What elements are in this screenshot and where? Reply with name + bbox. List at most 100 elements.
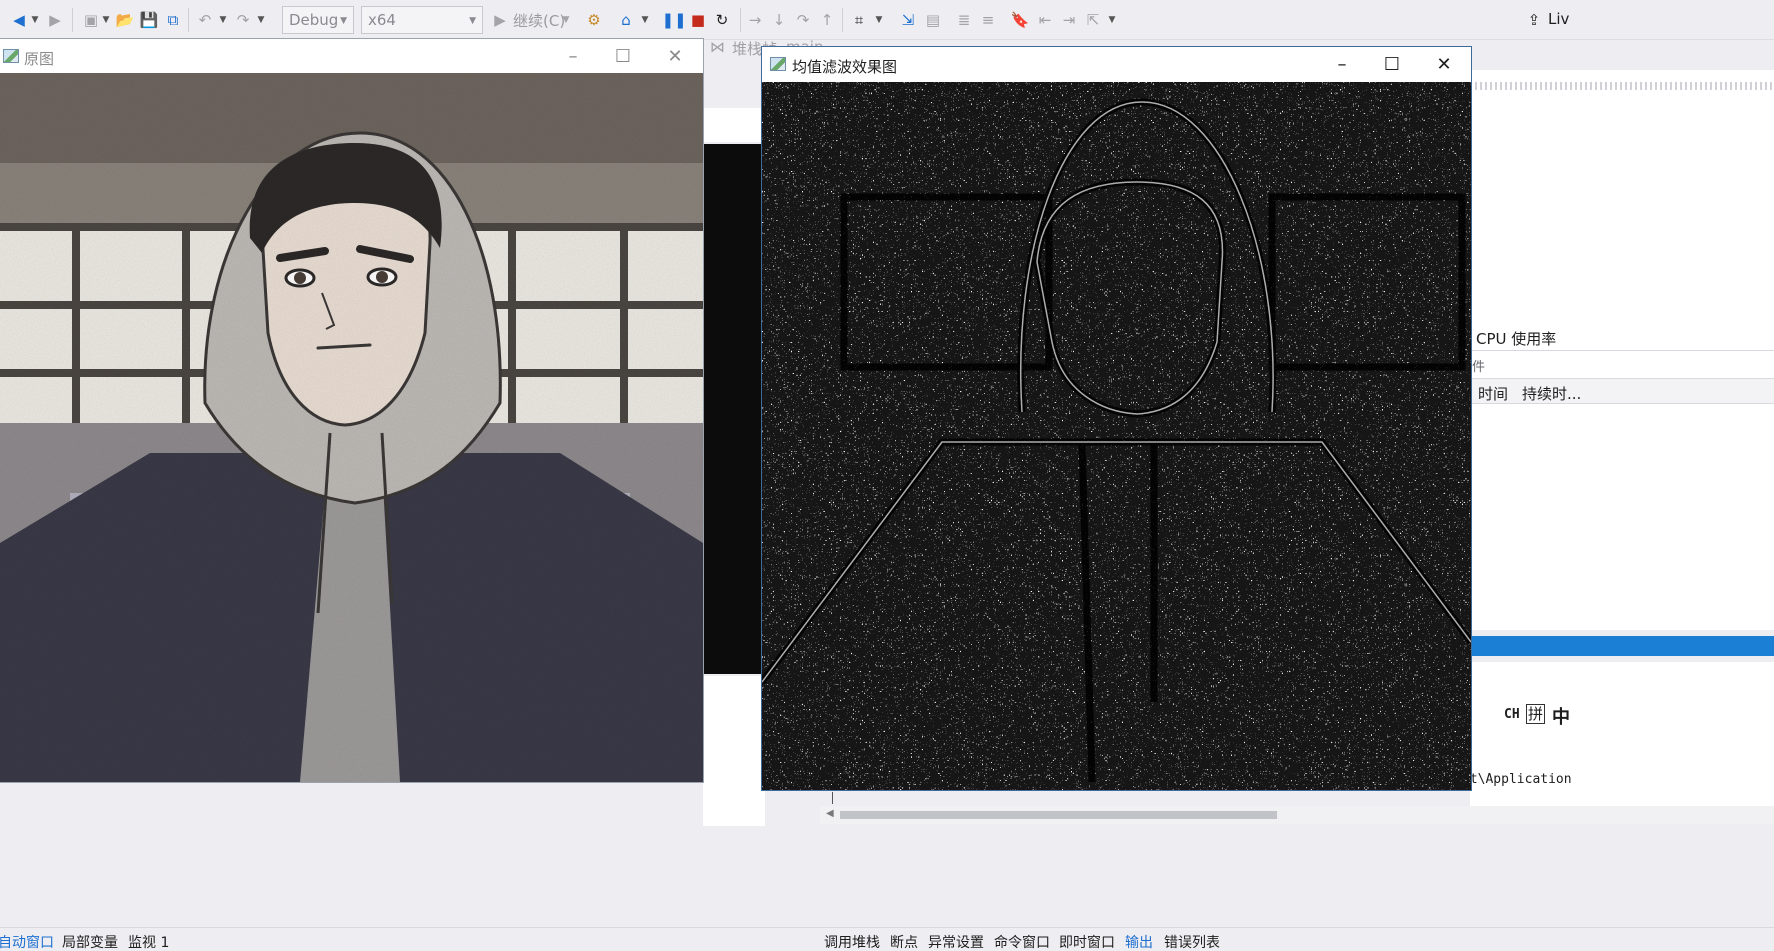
console-path-text: ct\Application xyxy=(1462,772,1572,787)
ime-chinese[interactable]: 中 xyxy=(1552,703,1570,729)
divider xyxy=(1470,350,1774,351)
continue-dropdown-icon[interactable]: ▼ xyxy=(561,8,571,32)
chevron-down-icon: ▼ xyxy=(340,16,347,26)
thread-marker-icon[interactable]: ⇲ xyxy=(897,8,919,32)
undo-icon[interactable]: ↶ xyxy=(194,8,216,32)
original-window-title: 原图 xyxy=(24,50,55,68)
panel-grip xyxy=(1470,82,1774,90)
toolbar-separator xyxy=(72,8,73,32)
hex-display-icon[interactable]: ⌗ xyxy=(848,8,870,32)
ime-pinyin[interactable]: 拼 xyxy=(1526,704,1546,724)
undo-dropdown-icon[interactable]: ▼ xyxy=(218,8,228,32)
save-icon[interactable]: 💾 xyxy=(138,8,160,32)
platform-combo[interactable]: x64 ▼ xyxy=(361,6,483,34)
output-panel-right xyxy=(1470,662,1774,824)
bottom-tab-bar: 自动窗口 局部变量 监视 1 调用堆栈 断点 异常设置 命令窗口 即时窗口 输出… xyxy=(0,927,1774,951)
step-over-icon[interactable]: ↷ xyxy=(793,8,813,32)
next-bookmark-icon[interactable]: ⇥ xyxy=(1059,8,1079,32)
scroll-left-icon[interactable]: ◀ xyxy=(826,808,834,819)
continue-button[interactable]: 继续(C) xyxy=(513,10,565,31)
back-dropdown-icon[interactable]: ▼ xyxy=(30,8,40,32)
close-button[interactable]: ✕ xyxy=(652,39,698,73)
cpu-usage-tab[interactable]: CPU 使用率 xyxy=(1476,328,1556,349)
tab-autos[interactable]: 自动窗口 xyxy=(0,932,54,951)
live-share-label[interactable]: Liv xyxy=(1548,10,1569,28)
stack-frame-icon: ⋈ xyxy=(710,38,725,56)
filtered-image-canvas xyxy=(762,82,1471,790)
toolbar-separator xyxy=(740,8,741,32)
previous-bookmark-icon[interactable]: ⇤ xyxy=(1035,8,1055,32)
platform-value: x64 xyxy=(368,11,396,29)
uncomment-icon[interactable]: ≡ xyxy=(978,8,998,32)
navigate-back-icon[interactable]: ◀ xyxy=(8,8,30,32)
editor-strip xyxy=(703,108,765,142)
diagnostics-dropdown-icon[interactable]: ▼ xyxy=(640,8,650,32)
tab-immediate-window[interactable]: 即时窗口 xyxy=(1059,932,1115,951)
maximize-button[interactable]: ☐ xyxy=(600,39,646,73)
original-window-titlebar[interactable]: 原图 – ☐ ✕ xyxy=(0,39,703,73)
frames-icon[interactable]: ▤ xyxy=(922,8,944,32)
restart-icon[interactable]: ↻ xyxy=(711,8,733,32)
text-cursor xyxy=(832,792,833,804)
configuration-combo[interactable]: Debug ▼ xyxy=(282,6,354,34)
live-share-icon[interactable]: ⇪ xyxy=(1524,8,1544,32)
show-next-statement-icon[interactable]: → xyxy=(745,8,765,32)
tab-output[interactable]: 输出 xyxy=(1125,932,1153,951)
pause-icon[interactable]: ❚❚ xyxy=(661,8,686,32)
comment-out-icon[interactable]: ≣ xyxy=(954,8,974,32)
stop-icon[interactable]: ■ xyxy=(689,8,707,32)
hex-dropdown-icon[interactable]: ▼ xyxy=(874,8,884,32)
original-image xyxy=(0,73,703,782)
maximize-button[interactable]: ☐ xyxy=(1369,47,1415,81)
close-button[interactable]: ✕ xyxy=(1421,47,1467,81)
tab-watch-1[interactable]: 监视 1 xyxy=(128,932,169,951)
step-into-icon[interactable]: ↓ xyxy=(769,8,789,32)
progress-bar-blue xyxy=(1470,636,1774,656)
output-panel-left xyxy=(703,676,765,826)
console-window xyxy=(703,144,765,674)
chevron-down-icon: ▼ xyxy=(469,16,476,26)
redo-dropdown-icon[interactable]: ▼ xyxy=(256,8,266,32)
clear-bookmarks-icon[interactable]: ⇱ xyxy=(1083,8,1103,32)
attach-process-icon[interactable]: ⚙ xyxy=(583,8,605,32)
ime-mode[interactable]: CH xyxy=(1504,707,1520,722)
new-dropdown-icon[interactable]: ▼ xyxy=(101,8,111,32)
filtered-image xyxy=(762,82,1471,790)
duration-column-header[interactable]: 持续时... xyxy=(1522,383,1581,404)
bookmark-icon[interactable]: 🔖 xyxy=(1010,8,1030,32)
toolbar-separator xyxy=(188,8,189,32)
filtered-window-titlebar[interactable]: 均值滤波效果图 – ☐ ✕ xyxy=(762,47,1471,81)
filtered-window-title: 均值滤波效果图 xyxy=(792,58,898,76)
original-image-window[interactable]: 原图 – ☐ ✕ xyxy=(0,38,704,783)
ime-indicator: CH 拼 中 xyxy=(1494,702,1774,728)
minimize-button[interactable]: – xyxy=(550,39,596,73)
window-app-icon xyxy=(770,57,786,71)
diagnostics-icon[interactable]: ⌂ xyxy=(615,8,637,32)
save-all-icon[interactable]: ⧉ xyxy=(162,8,184,32)
redo-icon[interactable]: ↷ xyxy=(232,8,254,32)
tab-error-list[interactable]: 错误列表 xyxy=(1164,932,1220,951)
minimize-button[interactable]: – xyxy=(1319,47,1365,81)
navigate-forward-icon[interactable]: ▶ xyxy=(44,8,66,32)
window-app-icon xyxy=(3,49,19,63)
ide-toolbar: ◀ ▼ ▶ ▣ ▼ 📂 💾 ⧉ ↶ ▼ ↷ ▼ Debug ▼ x64 ▼ ▶ … xyxy=(0,0,1774,40)
continue-play-icon[interactable]: ▶ xyxy=(491,8,509,32)
tab-exception-settings[interactable]: 异常设置 xyxy=(928,932,984,951)
new-project-icon[interactable]: ▣ xyxy=(80,8,102,32)
configuration-value: Debug xyxy=(289,11,339,29)
tab-locals[interactable]: 局部变量 xyxy=(62,932,118,951)
toolbar-overflow-icon[interactable]: ▼ xyxy=(1107,8,1117,32)
output-scrollbar[interactable]: ◀ xyxy=(820,806,1774,824)
tab-command-window[interactable]: 命令窗口 xyxy=(994,932,1050,951)
original-image-canvas xyxy=(0,73,703,782)
tab-breakpoints[interactable]: 断点 xyxy=(890,932,918,951)
filtered-image-window[interactable]: 均值滤波效果图 – ☐ ✕ xyxy=(761,46,1472,791)
time-column-header[interactable]: 时间 xyxy=(1478,383,1508,404)
step-out-icon[interactable]: ↑ xyxy=(817,8,837,32)
events-table-header xyxy=(1470,378,1774,404)
open-file-icon[interactable]: 📂 xyxy=(114,8,136,32)
toolbar-separator xyxy=(842,8,843,32)
scrollbar-thumb[interactable] xyxy=(840,811,1277,819)
events-label: 件 xyxy=(1472,360,1486,375)
tab-call-stack[interactable]: 调用堆栈 xyxy=(824,932,880,951)
